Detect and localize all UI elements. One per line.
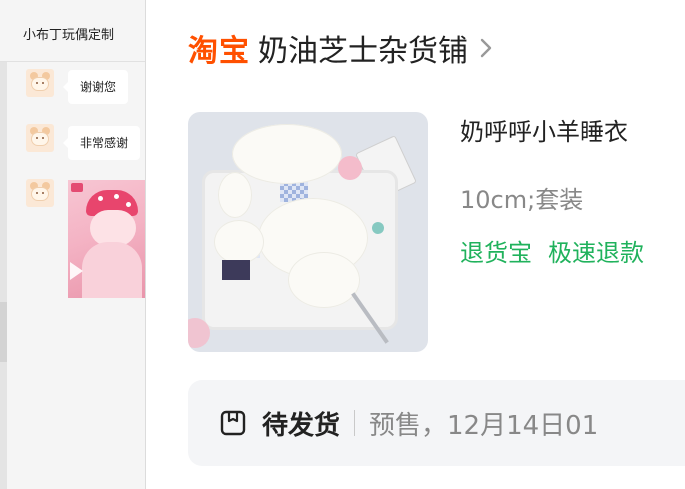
message-bubble[interactable]: 非常感谢 bbox=[62, 126, 141, 160]
message-bubble[interactable]: 谢谢您 bbox=[62, 70, 129, 104]
sender-avatar[interactable] bbox=[26, 179, 54, 207]
sender-avatar[interactable] bbox=[26, 124, 54, 152]
shop-header[interactable]: 淘宝 奶油芝士杂货铺 bbox=[188, 26, 498, 70]
tag-fast-refund: 极速退款 bbox=[548, 239, 644, 267]
video-play-icon[interactable] bbox=[70, 262, 83, 280]
conversation-list-edge bbox=[0, 62, 7, 489]
sender-avatar[interactable] bbox=[26, 69, 54, 97]
package-box-icon bbox=[220, 410, 246, 436]
shop-chevron-icon[interactable] bbox=[474, 33, 498, 63]
order-status-label: 待发货 bbox=[262, 410, 341, 441]
order-card: 淘宝 奶油芝士杂货铺 奶呼呼小羊睡衣 10cm;套装 退货宝 极速退款 待发货 bbox=[145, 0, 685, 489]
product-spec: 10cm;套装 bbox=[460, 186, 584, 214]
product-title[interactable]: 奶呼呼小羊睡衣 bbox=[460, 112, 628, 147]
status-divider bbox=[354, 410, 356, 436]
video-message-thumbnail[interactable] bbox=[68, 180, 145, 298]
shop-name[interactable]: 奶油芝士杂货铺 bbox=[258, 26, 468, 70]
tag-return-insurance: 退货宝 bbox=[460, 239, 532, 267]
order-status-bar[interactable]: 待发货 预售，12月14日01 bbox=[188, 380, 685, 466]
selected-conversation-marker bbox=[0, 302, 7, 362]
order-status-detail: 预售，12月14日01 bbox=[369, 410, 599, 441]
service-tags: 退货宝 极速退款 bbox=[460, 233, 660, 268]
chat-title[interactable]: 小布丁玩偶定制 bbox=[23, 24, 114, 43]
chat-panel: 小布丁玩偶定制 谢谢您 非常感谢 bbox=[0, 0, 145, 489]
chat-header: 小布丁玩偶定制 bbox=[0, 0, 145, 62]
product-image[interactable] bbox=[188, 112, 428, 352]
taobao-logo: 淘宝 bbox=[188, 34, 250, 69]
